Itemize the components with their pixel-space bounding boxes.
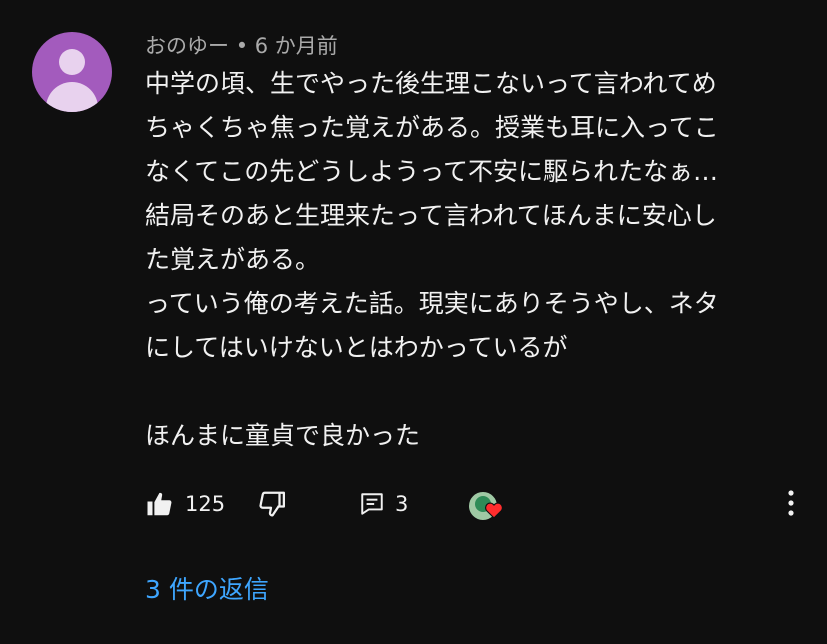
comment-line: なくてこの先どうしようって不安に駆られたなぁ… [145, 157, 719, 186]
comment-line: にしてはいけないとはわかっているが [145, 333, 568, 362]
creator-heart-badge [465, 486, 505, 522]
thumbs-down-icon [257, 489, 287, 519]
comment-thread: おのゆー • 6 か月前 中学の頃、生でやった後生理こないって言われてめ ちゃく… [0, 0, 827, 644]
comment-line: ほんまに童貞で良かった [145, 421, 421, 450]
dislike-button[interactable] [257, 484, 287, 524]
comment-text: 中学の頃、生でやった後生理こないって言われてめ ちゃくちゃ焦った覚えがある。授業… [145, 62, 795, 458]
reply-count: 3 [395, 492, 409, 516]
like-button[interactable]: 125 [145, 484, 225, 524]
comment-line: た覚えがある。 [145, 245, 321, 274]
like-count: 125 [185, 492, 226, 516]
view-replies-button[interactable]: 3 件の返信 [145, 570, 269, 606]
thumbs-up-icon [145, 489, 175, 519]
more-vertical-icon [785, 490, 797, 522]
reply-comment-icon [359, 491, 385, 517]
avatar[interactable] [32, 32, 112, 112]
comment-header: おのゆー • 6 か月前 [145, 30, 338, 60]
more-actions-button[interactable] [785, 488, 797, 522]
meta-separator: • [235, 34, 249, 58]
comment-line: 中学の頃、生でやった後生理こないって言われてめ [145, 69, 717, 98]
comment-time[interactable]: 6 か月前 [255, 34, 338, 58]
author-name[interactable]: おのゆー [145, 34, 229, 58]
creator-heart-icon [485, 502, 503, 522]
reply-button[interactable]: 3 [359, 484, 408, 524]
comment-actions: 125 3 [145, 484, 805, 524]
avatar-body [46, 82, 98, 112]
comment-line: っていう俺の考えた話。現実にありそうやし、ネタ [145, 289, 719, 318]
avatar-head [59, 49, 85, 75]
comment-blank-line [145, 370, 795, 414]
comment-line: ちゃくちゃ焦った覚えがある。授業も耳に入ってこ [145, 113, 719, 142]
comment-line: 結局そのあと生理来たって言われてほんまに安心し [145, 201, 717, 230]
